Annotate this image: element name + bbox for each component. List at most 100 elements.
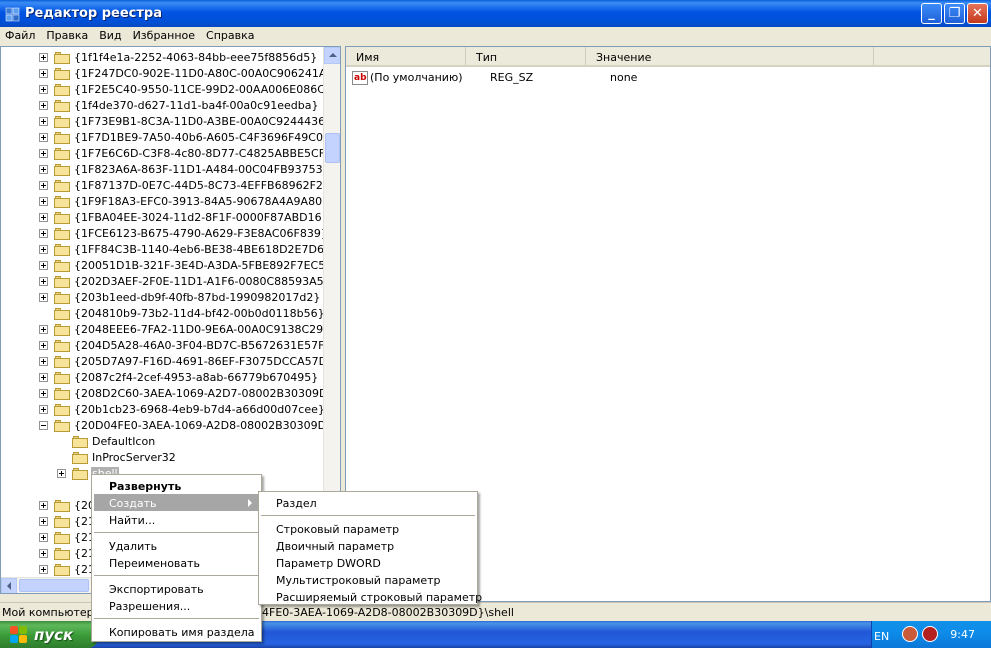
tree-node[interactable]: {208D2C60-3AEA-1069-A2D7-08002B30309D} bbox=[39, 385, 325, 401]
tree-node[interactable]: {204810b9-73b2-11d4-bf42-00b0d0118b56} bbox=[39, 305, 325, 321]
menu-file[interactable]: Файл bbox=[0, 27, 41, 45]
expand-icon[interactable] bbox=[39, 260, 48, 270]
tree-node[interactable]: {21 bbox=[39, 545, 96, 561]
tree-node[interactable]: {204D5A28-46A0-3F04-BD7C-B5672631E57F} bbox=[39, 337, 325, 353]
start-button[interactable]: пуск bbox=[0, 621, 98, 648]
tree-node[interactable]: {1FCE6123-B675-4790-A629-F3E8AC06F839} bbox=[39, 225, 325, 241]
value-row[interactable]: ab (По умолчанию) REG_SZ none bbox=[352, 69, 637, 86]
tree-node[interactable]: {1F7D1BE9-7A50-40b6-A605-C4F3696F49C0} bbox=[39, 129, 325, 145]
tree-node[interactable]: {205D7A97-F16D-4691-86EF-F3075DCCA57D} bbox=[39, 353, 325, 369]
minimize-button[interactable]: _ bbox=[921, 3, 942, 24]
tree-node[interactable]: {21 bbox=[39, 561, 96, 577]
expand-icon[interactable] bbox=[39, 372, 48, 382]
expand-icon[interactable] bbox=[39, 404, 48, 414]
tree-node[interactable]: {1F823A6A-863F-11D1-A484-00C04FB93753} bbox=[39, 161, 325, 177]
tree-node[interactable]: {1F7E6C6D-C3F8-4c80-8D77-C4825ABBE5CF} bbox=[39, 145, 325, 161]
expand-icon[interactable] bbox=[39, 196, 48, 206]
menu-help[interactable]: Справка bbox=[201, 27, 260, 45]
expand-icon[interactable] bbox=[39, 148, 48, 158]
expand-icon[interactable] bbox=[39, 100, 48, 110]
tray-back-icon[interactable] bbox=[902, 626, 918, 642]
expand-icon[interactable] bbox=[39, 116, 48, 126]
tree-node[interactable]: {1f1f4e1a-2252-4063-84bb-eee75f8856d5} bbox=[39, 49, 318, 65]
expand-icon[interactable] bbox=[39, 228, 48, 238]
scroll-left-button[interactable] bbox=[1, 578, 17, 593]
submenu-binary-value[interactable]: Двоичный параметр bbox=[261, 537, 475, 554]
ctx-delete[interactable]: Удалить bbox=[94, 537, 259, 554]
ctx-expand[interactable]: Развернуть bbox=[94, 477, 259, 494]
expand-icon[interactable] bbox=[39, 324, 48, 334]
tree-node[interactable]: {1f4de370-d627-11d1-ba4f-00a0c91eedba} bbox=[39, 97, 319, 113]
submenu-expandable-string-value[interactable]: Расширяемый строковый параметр bbox=[261, 588, 482, 605]
column-type-header[interactable]: Тип bbox=[466, 47, 586, 65]
tree-node[interactable]: {20 bbox=[39, 497, 96, 513]
tree-node-label: {203b1eed-db9f-40fb-87bd-1990982017d2} bbox=[74, 290, 321, 304]
expand-icon[interactable] bbox=[39, 340, 48, 350]
tree-node[interactable]: {203b1eed-db9f-40fb-87bd-1990982017d2} bbox=[39, 289, 321, 305]
expand-icon[interactable] bbox=[39, 84, 48, 94]
tree-node[interactable]: {1F73E9B1-8C3A-11D0-A3BE-00A0C9244436} bbox=[39, 113, 325, 129]
tree-node-child[interactable]: InProcServer32 bbox=[57, 449, 177, 465]
expand-icon[interactable] bbox=[39, 564, 48, 574]
ctx-find[interactable]: Найти... bbox=[94, 511, 259, 528]
expand-icon[interactable] bbox=[39, 132, 48, 142]
language-indicator[interactable]: EN bbox=[874, 630, 889, 643]
ctx-copy-key-name[interactable]: Копировать имя раздела bbox=[94, 623, 259, 640]
tree-node-label: {20D04FE0-3AEA-1069-A2D8-08002B30309D} bbox=[74, 418, 325, 432]
tree-node[interactable]: {20D04FE0-3AEA-1069-A2D8-08002B30309D} bbox=[39, 417, 325, 433]
clock[interactable]: 9:47 bbox=[950, 628, 975, 641]
folder-icon bbox=[54, 131, 70, 144]
submenu-key[interactable]: Раздел bbox=[261, 494, 475, 511]
tree-node[interactable]: {20b1cb23-6968-4eb9-b7d4-a66d00d07cee} bbox=[39, 401, 325, 417]
title-bar[interactable]: Редактор реестра _ ❐ ✕ bbox=[0, 0, 991, 27]
expand-icon[interactable] bbox=[39, 548, 48, 558]
maximize-button[interactable]: ❐ bbox=[944, 3, 965, 24]
tree-hscroll-thumb[interactable] bbox=[19, 579, 89, 592]
collapse-icon[interactable] bbox=[39, 420, 48, 430]
expand-icon[interactable] bbox=[39, 68, 48, 78]
tree-node[interactable]: {202D3AEF-2F0E-11D1-A1F6-0080C88593A5} bbox=[39, 273, 325, 289]
expand-icon[interactable] bbox=[39, 180, 48, 190]
tree-node[interactable]: {1F9F18A3-EFC0-3913-84A5-90678A4A9A80} bbox=[39, 193, 325, 209]
column-value-header[interactable]: Значение bbox=[586, 47, 874, 65]
ctx-export[interactable]: Экспортировать bbox=[94, 580, 259, 597]
expand-icon[interactable] bbox=[39, 516, 48, 526]
tree-node[interactable]: {1F87137D-0E7C-44D5-8C73-4EFFB68962F2} bbox=[39, 177, 325, 193]
expand-icon[interactable] bbox=[57, 468, 66, 478]
ctx-create[interactable]: Создать bbox=[94, 494, 259, 511]
ctx-permissions[interactable]: Разрешения... bbox=[94, 597, 259, 614]
tree-node[interactable]: {21 bbox=[39, 513, 96, 529]
expand-icon[interactable] bbox=[39, 212, 48, 222]
expand-icon[interactable] bbox=[39, 276, 48, 286]
tree-node[interactable]: {20051D1B-321F-3E4D-A3DA-5FBE892F7EC5} bbox=[39, 257, 325, 273]
submenu-multistring-value[interactable]: Мультистроковый параметр bbox=[261, 571, 475, 588]
tree-node[interactable]: {2048EEE6-7FA2-11D0-9E6A-00A0C9138C29} bbox=[39, 321, 325, 337]
scroll-up-button[interactable] bbox=[324, 47, 340, 64]
submenu-string-value[interactable]: Строковый параметр bbox=[261, 520, 475, 537]
ctx-rename[interactable]: Переименовать bbox=[94, 554, 259, 571]
tree-node[interactable]: {1F247DC0-902E-11D0-A80C-00A0C906241A} bbox=[39, 65, 325, 81]
expand-icon[interactable] bbox=[39, 500, 48, 510]
expand-icon[interactable] bbox=[39, 52, 48, 62]
submenu-dword-value[interactable]: Параметр DWORD bbox=[261, 554, 475, 571]
expand-icon[interactable] bbox=[39, 388, 48, 398]
tree-node[interactable]: {1F2E5C40-9550-11CE-99D2-00AA006E086C} bbox=[39, 81, 325, 97]
tree-scroll-thumb[interactable] bbox=[325, 133, 340, 163]
security-shield-icon[interactable] bbox=[922, 626, 938, 642]
expand-icon[interactable] bbox=[39, 532, 48, 542]
column-name-header[interactable]: Имя bbox=[346, 47, 466, 65]
expand-icon[interactable] bbox=[39, 164, 48, 174]
expand-icon[interactable] bbox=[39, 292, 48, 302]
menu-favorites[interactable]: Избранное bbox=[128, 27, 201, 45]
menu-view[interactable]: Вид bbox=[94, 27, 127, 45]
menu-edit[interactable]: Правка bbox=[41, 27, 94, 45]
tree-node[interactable]: {2087c2f4-2cef-4953-a8ab-66779b670495} bbox=[39, 369, 319, 385]
tree-node[interactable]: {1FF84C3B-1140-4eb6-BE38-4BE618D2E7D6} bbox=[39, 241, 325, 257]
expand-icon[interactable] bbox=[39, 244, 48, 254]
close-button[interactable]: ✕ bbox=[967, 3, 988, 24]
tree-node-child[interactable]: DefaultIcon bbox=[57, 433, 156, 449]
tree-node[interactable]: {21 bbox=[39, 529, 96, 545]
tree-node[interactable]: {1FBA04EE-3024-11d2-8F1F-0000F87ABD16} bbox=[39, 209, 325, 225]
expand-icon[interactable] bbox=[39, 356, 48, 366]
